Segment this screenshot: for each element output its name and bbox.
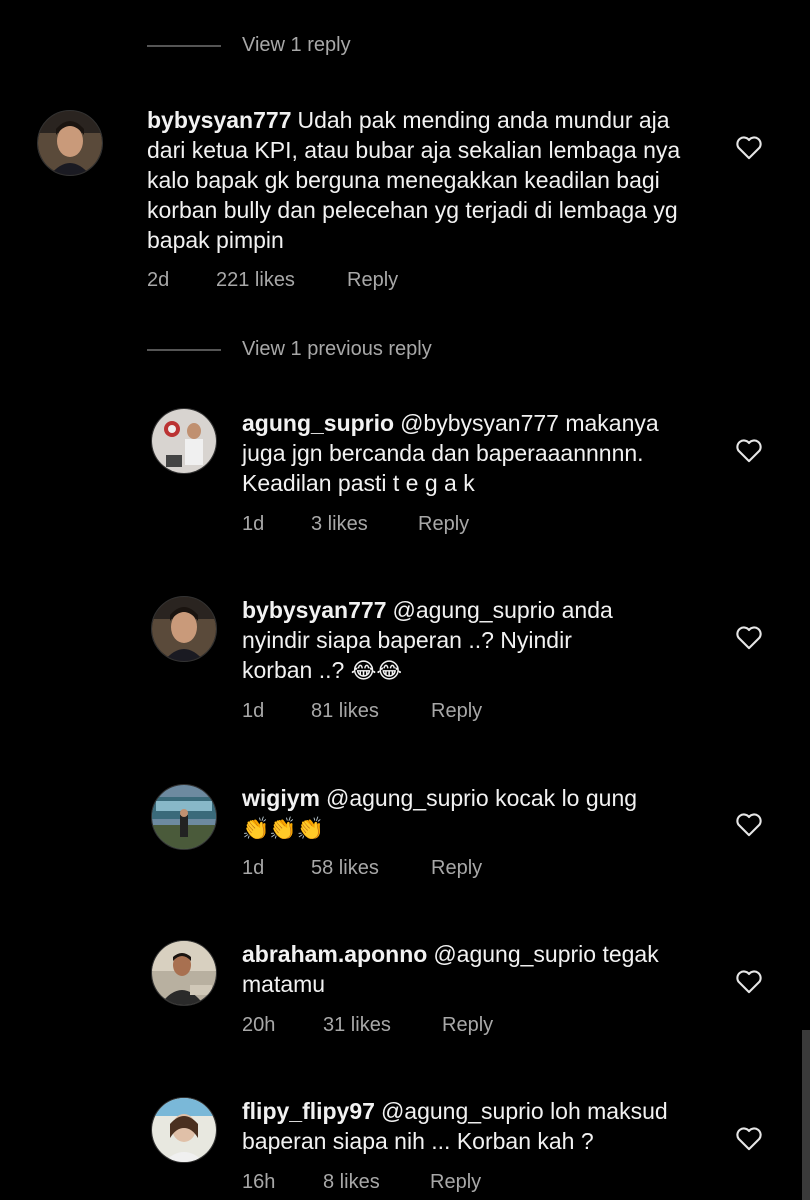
avatar[interactable] <box>151 1097 217 1163</box>
view-previous-replies-link[interactable]: View 1 previous reply <box>242 338 432 361</box>
heart-outline-icon[interactable] <box>735 811 763 837</box>
reply-button[interactable]: Reply <box>347 269 398 292</box>
comment-text: korban ..? <box>242 657 345 683</box>
username[interactable]: flipy_flipy97 <box>242 1098 375 1124</box>
avatar[interactable] <box>151 940 217 1006</box>
comment-body: agung_suprio @bybysyan777 makanya juga jg… <box>242 408 722 498</box>
avatar-image <box>38 111 102 175</box>
comment-text: juga jgn bercanda dan baperaaannnnn. <box>242 440 644 466</box>
username[interactable]: abraham.aponno <box>242 941 427 967</box>
heart-outline-icon[interactable] <box>735 968 763 994</box>
view-previous-replies-row[interactable]: View 1 previous reply <box>147 338 432 361</box>
username[interactable]: wigiym <box>242 785 320 811</box>
comment-meta: 1d 58 likes Reply <box>242 857 482 880</box>
clapping-emoji: 👏👏👏 <box>242 816 325 841</box>
avatar-image <box>152 941 216 1005</box>
comment-body: bybysyan777 @agung_suprio anda nyindir si… <box>242 595 722 685</box>
comment-body: abraham.aponno @agung_suprio tegak matamu <box>242 939 722 999</box>
comment-body: bybysyan777 Udah pak mending anda mundur … <box>147 105 707 255</box>
comment-meta: 2d 221 likes Reply <box>147 269 398 292</box>
comment-meta: 1d 81 likes Reply <box>242 700 482 723</box>
timestamp: 1d <box>242 513 265 535</box>
likes-count[interactable]: 3 likes <box>311 513 418 536</box>
laughing-emoji: 😂😂 <box>350 658 403 683</box>
comment-meta: 1d 3 likes Reply <box>242 513 469 536</box>
comment-text: nyindir siapa baperan ..? Nyindir <box>242 627 572 653</box>
avatar-image <box>152 1098 216 1162</box>
timestamp: 2d <box>147 269 170 291</box>
avatar-image <box>152 597 216 661</box>
comment-text: baperan siapa nih ... Korban kah ? <box>242 1128 594 1154</box>
comment-text: @bybysyan777 makanya <box>400 410 659 436</box>
divider-line <box>147 348 221 351</box>
comment-body: flipy_flipy97 @agung_suprio loh maksud ba… <box>242 1096 722 1156</box>
divider-line <box>147 44 221 47</box>
timestamp: 20h <box>242 1014 276 1036</box>
comment-text: @agung_suprio anda <box>392 597 613 623</box>
timestamp: 1d <box>242 700 265 722</box>
username[interactable]: bybysyan777 <box>147 107 291 133</box>
avatar[interactable] <box>151 408 217 474</box>
likes-count[interactable]: 31 likes <box>323 1014 442 1037</box>
comment-text: Keadilan pasti t e g a k <box>242 470 475 496</box>
likes-count[interactable]: 58 likes <box>311 857 431 880</box>
reply-button[interactable]: Reply <box>418 513 469 536</box>
view-replies-link[interactable]: View 1 reply <box>242 34 351 57</box>
heart-outline-icon[interactable] <box>735 134 763 160</box>
reply-button[interactable]: Reply <box>442 1014 493 1037</box>
likes-count[interactable]: 221 likes <box>216 269 347 292</box>
reply-button[interactable]: Reply <box>431 857 482 880</box>
avatar-image <box>152 409 216 473</box>
username[interactable]: agung_suprio <box>242 410 394 436</box>
reply-button[interactable]: Reply <box>430 1171 481 1194</box>
scrollbar[interactable] <box>802 1030 810 1200</box>
comment-body: wigiym @agung_suprio kocak lo gung 👏👏👏 <box>242 783 722 843</box>
likes-count[interactable]: 81 likes <box>311 700 431 723</box>
comment-meta: 20h 31 likes Reply <box>242 1014 493 1037</box>
avatar-image <box>152 785 216 849</box>
timestamp: 16h <box>242 1171 276 1193</box>
view-replies-row[interactable]: View 1 reply <box>147 34 351 57</box>
reply-button[interactable]: Reply <box>431 700 482 723</box>
comment-text: @agung_suprio tegak <box>433 941 659 967</box>
heart-outline-icon[interactable] <box>735 624 763 650</box>
comment-meta: 16h 8 likes Reply <box>242 1171 481 1194</box>
avatar[interactable] <box>151 596 217 662</box>
comment-text: @agung_suprio loh maksud <box>380 1098 668 1124</box>
username[interactable]: bybysyan777 <box>242 597 386 623</box>
timestamp: 1d <box>242 857 265 879</box>
comment-text: matamu <box>242 971 326 997</box>
heart-outline-icon[interactable] <box>735 437 763 463</box>
avatar[interactable] <box>151 784 217 850</box>
heart-outline-icon[interactable] <box>735 1125 763 1151</box>
likes-count[interactable]: 8 likes <box>323 1171 430 1194</box>
avatar[interactable] <box>37 110 103 176</box>
comment-text: @agung_suprio kocak lo gung <box>325 785 638 811</box>
